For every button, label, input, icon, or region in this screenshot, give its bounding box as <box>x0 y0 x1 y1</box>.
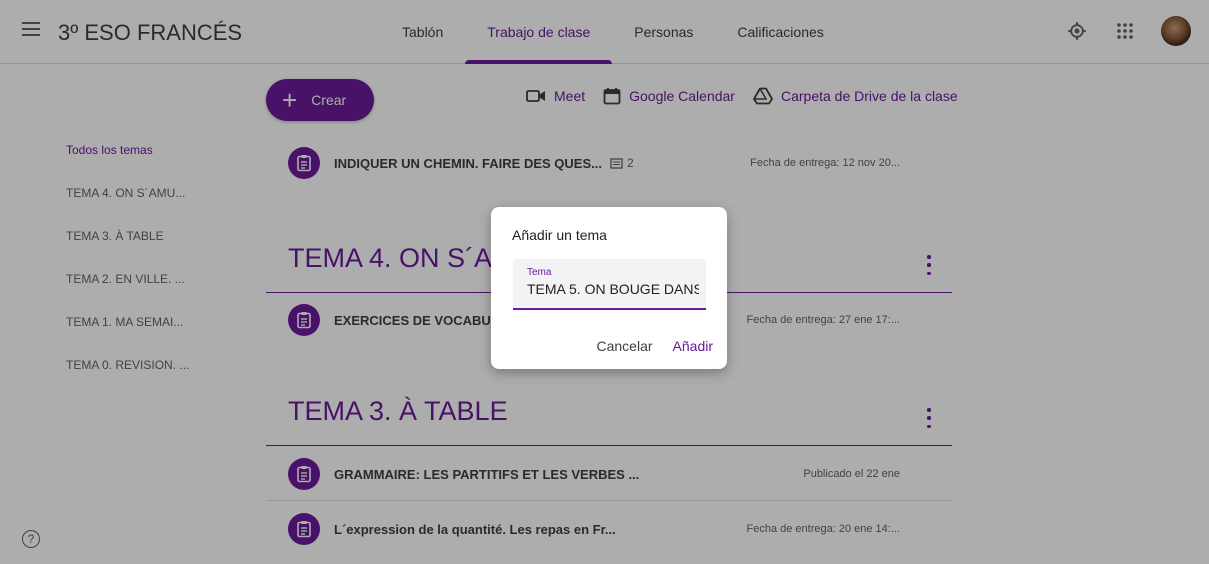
topic-name-input[interactable]: TEMA 5. ON BOUGE DANS <box>527 281 699 297</box>
cancel-button[interactable]: Cancelar <box>597 338 653 354</box>
field-label: Tema <box>527 267 552 278</box>
dialog-actions: Cancelar Añadir <box>597 338 714 354</box>
add-topic-dialog: Añadir un tema Tema TEMA 5. ON BOUGE DAN… <box>491 207 727 369</box>
dialog-title: Añadir un tema <box>512 227 607 243</box>
topic-name-field[interactable]: Tema TEMA 5. ON BOUGE DANS <box>513 259 706 310</box>
add-button[interactable]: Añadir <box>673 338 713 354</box>
